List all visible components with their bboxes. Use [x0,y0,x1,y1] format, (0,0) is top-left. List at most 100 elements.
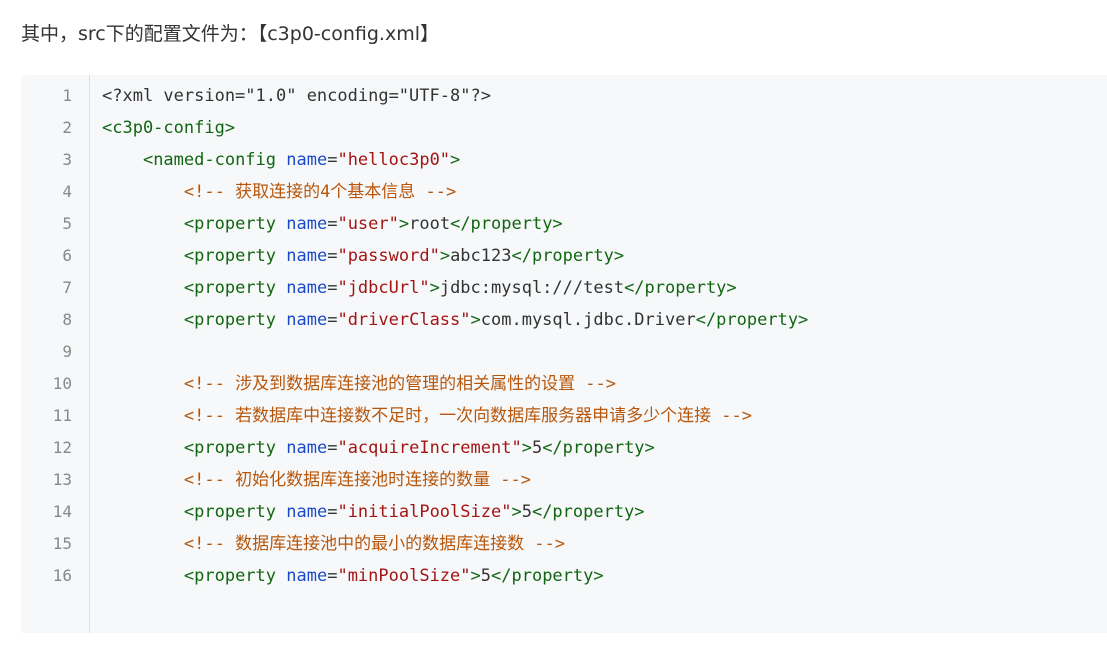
line-number: 9 [62,342,72,361]
xml-tag: > [521,438,532,458]
code-text: jdbc:mysql:///test [439,278,625,298]
xml-tag: </property> [450,214,563,234]
code-line: <c3p0-config> [102,112,235,144]
xml-comment: <!-- 数据库连接池中的最小的数据库连接数 --> [183,534,566,554]
code-line: <property name="acquireIncrement">5</pro… [102,432,655,464]
code-line: <property name="minPoolSize">5</property… [102,560,604,592]
xml-tag: <property [183,278,287,298]
xml-attr-name: name [286,278,328,298]
code-line: <!-- 若数据库中连接数不足时，一次向数据库服务器申请多少个连接 --> [102,400,752,432]
code-text: root [409,214,451,234]
line-number: 1 [62,86,72,105]
xml-attr-name: name [286,502,328,522]
line-number: 10 [52,374,72,393]
xml-tag: <property [183,310,287,330]
xml-tag: </property> [531,502,645,522]
code-line: <!-- 获取连接的4个基本信息 --> [102,176,456,208]
xml-attr-value: "acquireIncrement" [337,438,522,458]
xml-attr-value: "helloc3p0" [337,150,451,170]
xml-attr-value: "jdbcUrl" [337,278,430,298]
code-text: abc123 [450,246,512,266]
code-text: = [327,310,338,330]
intro-text: 其中，src下的配置文件为：【c3p0-config.xml】 [21,23,439,45]
code-line: <!-- 初始化数据库连接池时连接的数量 --> [102,464,531,496]
xml-tag: <property [183,246,287,266]
xml-attr-value: "password" [337,246,440,266]
xml-comment: <!-- 获取连接的4个基本信息 --> [183,182,457,202]
xml-attr-name: name [286,566,328,586]
xml-attr-name: name [286,246,328,266]
line-number: 3 [62,150,72,169]
xml-attr-name: name [286,150,328,170]
code-text: 5 [531,438,543,458]
code-text: = [327,502,338,522]
xml-tag: </property> [511,246,625,266]
line-number: 5 [62,214,72,233]
code-text: = [327,438,338,458]
code-text: = [327,566,338,586]
xml-tag: <named-config [142,150,287,170]
code-line: <property name="user">root</property> [102,208,563,240]
line-number: 12 [52,438,72,457]
code-text: com.mysql.jdbc.Driver [480,310,696,330]
xml-comment: <!-- 涉及到数据库连接池的管理的相关属性的设置 --> [183,374,617,394]
code-text: = [327,150,338,170]
code-text: 5 [480,566,492,586]
xml-attr-name: name [286,310,328,330]
xml-tag: > [398,214,410,234]
line-number: 16 [52,566,72,585]
xml-attr-value: "minPoolSize" [337,566,471,586]
xml-tag: > [429,278,440,298]
xml-tag: <property [183,566,287,586]
code-line: <!-- 涉及到数据库连接池的管理的相关属性的设置 --> [102,368,616,400]
line-number-gutter: 1 2 3 4 5 6 7 8 9 10 11 12 13 14 15 16 [21,75,90,633]
xml-tag: <property [183,502,287,522]
xml-tag: > [450,150,461,170]
line-number: 13 [52,470,72,489]
code-text: = [327,214,338,234]
xml-tag: <property [183,438,287,458]
code-line: <property name="jdbcUrl">jdbc:mysql:///t… [102,272,737,304]
xml-attr-name: name [286,214,328,234]
code-line: <property name="password">abc123</proper… [102,240,624,272]
code-line: <?xml version="1.0" encoding="UTF-8"?> [102,80,491,112]
line-number: 11 [52,406,72,425]
xml-tag: > [439,246,451,266]
xml-attr-name: name [286,438,328,458]
line-number: 7 [62,278,72,297]
xml-attr-value: "initialPoolSize" [337,502,512,522]
xml-tag: </property> [542,438,655,458]
xml-tag: </property> [491,566,604,586]
xml-tag: </property> [624,278,737,298]
xml-tag: </property> [695,310,809,330]
code-text: 5 [521,502,532,522]
xml-attr-value: "driverClass" [337,310,471,330]
xml-attr-value: "user" [337,214,399,234]
line-number: 4 [62,182,72,201]
xml-comment: <!-- 若数据库中连接数不足时，一次向数据库服务器申请多少个连接 --> [183,406,753,426]
line-number: 14 [52,502,72,521]
code-line: <property name="initialPoolSize">5</prop… [102,496,645,528]
xml-tag: > [511,502,522,522]
code-text: <?xml version="1.0" encoding="UTF-8"?> [102,86,491,106]
code-text: = [327,278,338,298]
xml-comment: <!-- 初始化数据库连接池时连接的数量 --> [183,470,532,490]
code-block[interactable]: 1 2 3 4 5 6 7 8 9 10 11 12 13 14 15 16 <… [21,75,1107,633]
code-line: <property name="driverClass">com.mysql.j… [102,304,808,336]
code-text: = [327,246,338,266]
line-number: 8 [62,310,72,329]
xml-tag: <c3p0-config> [102,118,236,138]
